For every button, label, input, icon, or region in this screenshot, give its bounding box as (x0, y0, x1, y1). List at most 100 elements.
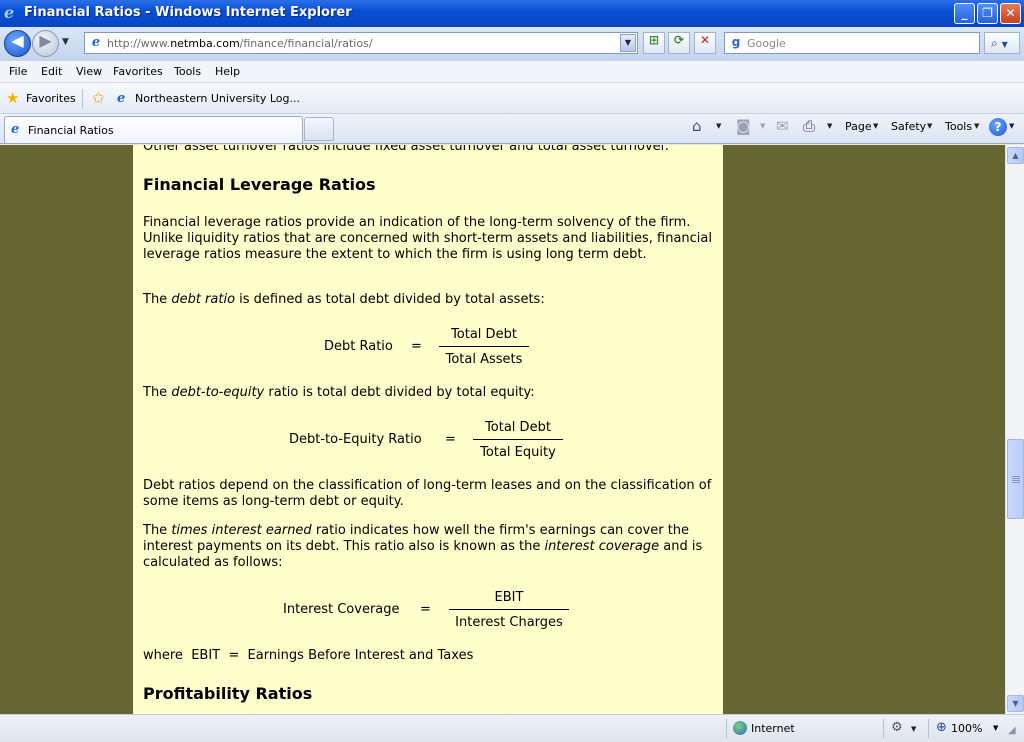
menu-file[interactable]: File (9, 65, 27, 78)
heading-profitability: Profitability Ratios (143, 684, 313, 703)
refresh-button[interactable]: ⟳ (668, 32, 690, 54)
protected-mode-dropdown-icon[interactable]: ▼ (911, 725, 916, 733)
protected-mode-icon[interactable]: ⚙ (891, 720, 903, 735)
formula-debt-to-equity: Debt-to-Equity Ratio = Total Debt Total … (133, 418, 723, 466)
page-menu-button[interactable]: Page (845, 120, 872, 133)
zoom-level[interactable]: 100% (951, 722, 982, 735)
menu-edit[interactable]: Edit (41, 65, 62, 78)
menu-help[interactable]: Help (215, 65, 240, 78)
term-times-interest-earned: times interest earned (171, 523, 312, 538)
new-tab-button[interactable] (304, 117, 334, 141)
tab-financial-ratios[interactable]: e Financial Ratios (4, 116, 303, 143)
formula-equals: = (411, 339, 422, 354)
cut-off-paragraph: Other asset turnover ratios include fixe… (143, 145, 669, 154)
fraction-bar (439, 346, 529, 347)
search-placeholder[interactable]: Google (747, 37, 786, 50)
formula-equals: = (420, 602, 431, 617)
scroll-down-icon: ▼ (1012, 699, 1019, 708)
close-icon: ✕ (1005, 6, 1016, 20)
address-url[interactable]: http://www.netmba.com/finance/financial/… (107, 37, 373, 50)
times-interest-earned-paragraph: The times interest earned ratio indicate… (143, 523, 703, 570)
back-button[interactable]: ◀ (4, 30, 31, 57)
add-favorite-icon[interactable]: ✩ (92, 89, 105, 107)
debt-ratios-paragraph: Debt ratios depend on the classification… (143, 478, 712, 509)
scroll-up-button[interactable]: ▲ (1007, 147, 1024, 164)
menu-tools[interactable]: Tools (174, 65, 201, 78)
formula-numerator: EBIT (494, 590, 524, 605)
vertical-scrollbar[interactable]: ▲ ▼ (1005, 145, 1024, 714)
close-button[interactable]: ✕ (1000, 3, 1021, 24)
help-dropdown-icon[interactable]: ▼ (1009, 122, 1014, 130)
navigation-toolbar: ◀ ▶ ▼ e http://www.netmba.com/finance/fi… (0, 27, 1024, 61)
google-icon: g (731, 35, 741, 49)
help-icon[interactable]: ? (989, 118, 1007, 136)
home-dropdown-icon[interactable]: ▼ (716, 122, 721, 130)
scroll-down-button[interactable]: ▼ (1007, 695, 1024, 712)
favorites-button[interactable]: Favorites (26, 92, 76, 105)
tools-dropdown-icon[interactable]: ▼ (974, 122, 979, 130)
restore-button[interactable]: ❐ (977, 3, 998, 24)
ebit-definition: where EBIT = Earnings Before Interest an… (143, 648, 474, 663)
page-icon: e (91, 35, 101, 50)
status-bar: Internet ⚙ ▼ ⊕ 100% ▼ ◢ (0, 714, 1024, 742)
zoom-icon[interactable]: ⊕ (936, 720, 947, 735)
favorites-star-icon: ★ (6, 89, 20, 107)
formula-denominator: Interest Charges (455, 615, 563, 630)
favorites-bar: ★ Favorites ✩ e Northeastern University … (0, 83, 1024, 114)
page-dropdown-icon[interactable]: ▼ (873, 122, 878, 130)
address-bar[interactable]: e http://www.netmba.com/finance/financia… (84, 32, 638, 54)
internet-zone-icon (733, 721, 747, 735)
grip-icon (1012, 476, 1020, 477)
stop-icon: ✕ (699, 33, 711, 47)
status-divider (726, 719, 727, 738)
stop-button[interactable]: ✕ (694, 32, 716, 54)
status-divider (928, 719, 929, 738)
minimize-button[interactable]: _ (954, 3, 975, 24)
formula-equals: = (445, 432, 456, 447)
fraction-bar (449, 609, 569, 610)
formula-denominator: Total Assets (445, 352, 523, 367)
feeds-icon[interactable]: ◙ (736, 117, 751, 135)
address-dropdown-button[interactable]: ▼ (620, 34, 636, 52)
compatibility-icon: ⊞ (648, 33, 660, 47)
favorite-link-northeastern[interactable]: Northeastern University Log... (135, 92, 300, 105)
read-mail-icon[interactable]: ✉ (776, 117, 789, 135)
favorites-separator (82, 89, 83, 109)
scrollbar-thumb[interactable] (1007, 439, 1024, 519)
tab-label: Financial Ratios (28, 124, 114, 137)
safety-dropdown-icon[interactable]: ▼ (927, 122, 932, 130)
resize-grip-icon[interactable]: ◢ (1008, 725, 1016, 736)
formula-denominator: Total Equity (480, 445, 556, 460)
debt-ratio-sentence: The debt ratio is defined as total debt … (143, 292, 545, 307)
zoom-dropdown-icon[interactable]: ▼ (993, 724, 998, 732)
search-button[interactable]: ⌕ ▼ (984, 32, 1020, 54)
back-arrow-icon: ◀ (11, 31, 24, 50)
heading-financial-leverage: Financial Leverage Ratios (143, 175, 376, 194)
debt-to-equity-sentence: The debt-to-equity ratio is total debt d… (143, 385, 535, 400)
recent-pages-dropdown[interactable]: ▼ (62, 37, 69, 47)
status-divider (883, 719, 884, 738)
formula-debt-ratio: Debt Ratio = Total Debt Total Assets (133, 325, 723, 373)
feeds-dropdown-icon[interactable]: ▼ (760, 122, 765, 130)
article-content: Other asset turnover ratios include fixe… (133, 145, 723, 714)
tab-row: e Financial Ratios ⌂ ▼ ◙ ▼ ✉ ⎙ ▼ Page ▼ … (0, 114, 1024, 144)
restore-icon: ❐ (982, 6, 993, 20)
minimize-icon: _ (961, 6, 968, 20)
menu-view[interactable]: View (76, 65, 102, 78)
tools-menu-button[interactable]: Tools (945, 120, 972, 133)
forward-button[interactable]: ▶ (32, 30, 59, 57)
formula-numerator: Total Debt (451, 327, 517, 342)
security-zone-label[interactable]: Internet (751, 722, 795, 735)
compatibility-view-button[interactable]: ⊞ (643, 32, 665, 54)
print-icon[interactable]: ⎙ (803, 117, 815, 135)
formula-lhs: Interest Coverage (283, 602, 400, 617)
formula-interest-coverage: Interest Coverage = EBIT Interest Charge… (133, 588, 723, 636)
formula-lhs: Debt-to-Equity Ratio (289, 432, 422, 447)
home-icon[interactable]: ⌂ (692, 117, 702, 135)
print-dropdown-icon[interactable]: ▼ (827, 122, 832, 130)
search-box[interactable]: g Google (724, 32, 980, 54)
tab-page-icon: e (11, 122, 20, 137)
menu-favorites[interactable]: Favorites (113, 65, 163, 78)
safety-menu-button[interactable]: Safety (891, 120, 926, 133)
refresh-icon: ⟳ (673, 33, 685, 47)
